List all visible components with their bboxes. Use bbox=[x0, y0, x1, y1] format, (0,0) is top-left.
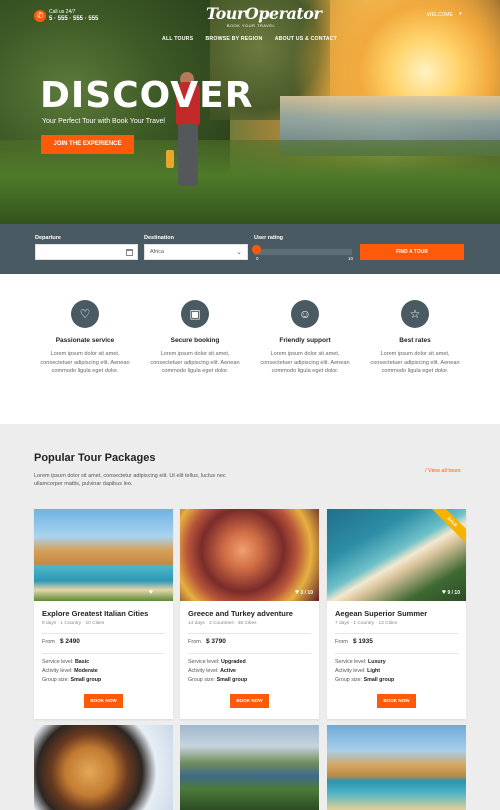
book-now-button[interactable]: BOOK NOW bbox=[84, 694, 123, 708]
tour-card[interactable] bbox=[327, 725, 466, 810]
tour-card[interactable] bbox=[180, 725, 319, 810]
divider bbox=[42, 653, 165, 654]
tour-meta: 7 days · 1 Country · 13 Cities bbox=[335, 621, 398, 626]
main-nav: ALL TOURS BROWSE BY REGION ABOUT US & CO… bbox=[162, 36, 337, 42]
group-size: Group size: Small group bbox=[335, 677, 395, 683]
heart-icon[interactable]: ♥ bbox=[442, 589, 446, 596]
hero-subtitle: Your Perfect Tour with Book Your Travel bbox=[42, 118, 165, 125]
join-experience-button[interactable]: JOIN THE EXPERIENCE bbox=[41, 135, 134, 154]
feature-secure-booking: ▣ Secure booking Lorem ipsum dolor sit a… bbox=[145, 300, 245, 376]
logo-tagline: BOOK YOUR TRAVEL bbox=[226, 23, 276, 28]
feature-best-rates: ☆ Best rates Lorem ipsum dolor sit amet,… bbox=[365, 300, 465, 376]
photo-count: 9 / 10 bbox=[447, 590, 460, 596]
feature-passionate-service: ♡ Passionate service Lorem ipsum dolor s… bbox=[35, 300, 135, 376]
heart-icon[interactable]: ♥ bbox=[149, 589, 153, 596]
tour-card[interactable]: ♥ Explore Greatest Italian Cities 9 days… bbox=[34, 509, 173, 719]
rating-slider[interactable] bbox=[254, 249, 352, 255]
divider bbox=[335, 633, 458, 634]
feature-title: Friendly support bbox=[279, 337, 331, 344]
rating-min: 0 bbox=[256, 256, 259, 261]
service-level: Service level: Upgraded bbox=[188, 659, 246, 665]
book-now-button[interactable]: BOOK NOW bbox=[377, 694, 416, 708]
departure-label: Departure bbox=[35, 235, 61, 241]
tour-card[interactable] bbox=[34, 725, 173, 810]
top-bar: ✆ Call us 24/7 5 · 555 · 555 · 555 TourO… bbox=[0, 0, 500, 50]
tour-image[interactable] bbox=[180, 509, 319, 601]
tour-image[interactable] bbox=[34, 509, 173, 601]
phone-number[interactable]: 5 · 555 · 555 · 555 bbox=[49, 16, 98, 22]
destination-label: Destination bbox=[144, 235, 174, 241]
feature-title: Best rates bbox=[399, 337, 431, 344]
nav-browse-by-region[interactable]: BROWSE BY REGION bbox=[205, 36, 262, 42]
tour-price: $ 3790 bbox=[206, 638, 226, 645]
calendar-icon: ▣ bbox=[181, 300, 209, 328]
activity-level: Activity level: Light bbox=[335, 668, 381, 674]
tour-title[interactable]: Explore Greatest Italian Cities bbox=[42, 609, 148, 618]
feature-text: Lorem ipsum dolor sit amet, consectetuer… bbox=[260, 351, 350, 374]
feature-text: Lorem ipsum dolor sit amet, consectetuer… bbox=[370, 351, 460, 374]
site-logo[interactable]: TourOperator BOOK YOUR TRAVEL bbox=[206, 4, 322, 29]
rating-label: User rating bbox=[254, 235, 284, 241]
view-all-tours-link[interactable]: / View all tours bbox=[425, 468, 461, 474]
feature-text: Lorem ipsum dolor sit amet, consectetuer… bbox=[150, 351, 240, 374]
section-subtitle: Lorem ipsum dolor sit amet, consectetur … bbox=[34, 473, 226, 487]
feature-friendly-support: ☺ Friendly support Lorem ipsum dolor sit… bbox=[255, 300, 355, 376]
service-level: Service level: Basic bbox=[42, 659, 90, 665]
tour-card[interactable]: SALE ♥ 9 / 10 Aegean Superior Summer 7 d… bbox=[327, 509, 466, 719]
service-level: Service level: Luxury bbox=[335, 659, 386, 665]
heart-icon: ♡ bbox=[71, 300, 99, 328]
tour-price: $ 2490 bbox=[60, 638, 80, 645]
price-from-label: From bbox=[42, 639, 55, 645]
smile-icon: ☺ bbox=[291, 300, 319, 328]
book-now-button[interactable]: BOOK NOW bbox=[230, 694, 269, 708]
section-title: Popular Tour Packages bbox=[34, 452, 156, 464]
tour-meta: 14 days · 2 Countries · 35 Cities bbox=[188, 621, 257, 626]
tour-image[interactable] bbox=[34, 725, 173, 810]
feature-text: Lorem ipsum dolor sit amet, consectetuer… bbox=[40, 351, 130, 374]
tour-meta: 9 days · 1 Country · 10 Cities bbox=[42, 621, 105, 626]
calendar-icon[interactable] bbox=[126, 249, 133, 256]
hero-title: DISCOVER bbox=[40, 75, 254, 116]
divider bbox=[188, 653, 311, 654]
call-label: Call us 24/7 bbox=[49, 9, 76, 15]
nav-all-tours[interactable]: ALL TOURS bbox=[162, 36, 193, 42]
destination-select[interactable]: Africa ⌄ bbox=[144, 244, 248, 260]
group-size: Group size: Small group bbox=[188, 677, 248, 683]
tour-title[interactable]: Greece and Turkey adventure bbox=[188, 609, 293, 618]
feature-title: Secure booking bbox=[170, 337, 220, 344]
logo-name: TourOperator bbox=[206, 4, 322, 23]
tour-image[interactable] bbox=[180, 725, 319, 810]
phone-icon: ✆ bbox=[34, 10, 46, 22]
tour-title[interactable]: Aegean Superior Summer bbox=[335, 609, 427, 618]
rating-max: 10 bbox=[348, 256, 354, 261]
destination-value: Africa bbox=[150, 249, 165, 255]
departure-input[interactable] bbox=[35, 244, 138, 260]
star-icon: ☆ bbox=[401, 300, 429, 328]
divider bbox=[335, 653, 458, 654]
price-from-label: From bbox=[335, 639, 348, 645]
divider bbox=[188, 633, 311, 634]
chevron-down-icon: ⌄ bbox=[236, 249, 242, 256]
divider bbox=[42, 633, 165, 634]
heart-icon[interactable]: ♥ bbox=[295, 589, 299, 596]
welcome-menu[interactable]: WELCOME bbox=[427, 12, 453, 18]
tour-card[interactable]: ♥ 3 / 10 Greece and Turkey adventure 14 … bbox=[180, 509, 319, 719]
find-tour-button[interactable]: FIND A TOUR bbox=[360, 244, 464, 260]
photo-count: 3 / 10 bbox=[300, 590, 313, 596]
tour-price: $ 1935 bbox=[353, 638, 373, 645]
nav-about-contact[interactable]: ABOUT US & CONTACT bbox=[275, 36, 337, 42]
feature-title: Passionate service bbox=[55, 337, 115, 344]
activity-level: Activity level: Active bbox=[188, 668, 237, 674]
activity-level: Activity level: Moderate bbox=[42, 668, 98, 674]
chevron-down-icon[interactable]: ▾ bbox=[459, 11, 462, 17]
group-size: Group size: Small group bbox=[42, 677, 102, 683]
rating-slider-handle[interactable] bbox=[252, 245, 261, 254]
price-from-label: From bbox=[188, 639, 201, 645]
tour-image[interactable] bbox=[327, 725, 466, 810]
